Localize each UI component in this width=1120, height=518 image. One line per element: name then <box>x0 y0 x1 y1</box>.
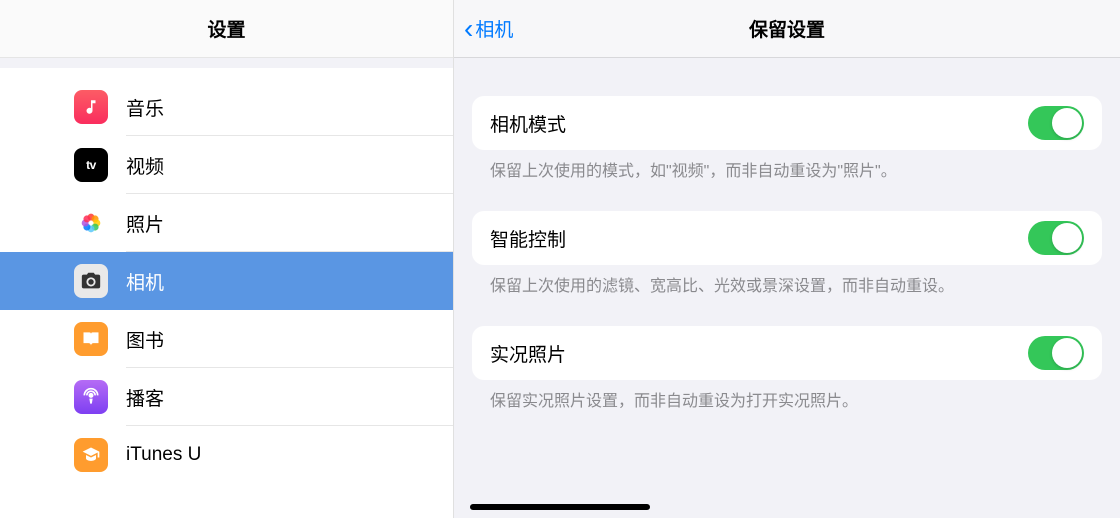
podcast-icon <box>74 380 108 414</box>
setting-desc: 保留实况照片设置，而非自动重设为打开实况照片。 <box>472 380 1102 413</box>
sidebar-title: 设置 <box>207 15 245 42</box>
photos-icon <box>74 206 108 240</box>
sidebar-item-music[interactable]: 音乐 <box>0 78 453 136</box>
sidebar-item-podcast[interactable]: 播客 <box>0 368 453 426</box>
setting-label: 实况照片 <box>490 340 566 367</box>
setting-cell-live-photo: 实况照片 <box>472 326 1102 380</box>
sidebar-item-itunesu[interactable]: iTunes U <box>0 426 453 484</box>
setting-cell-camera-mode: 相机模式 <box>472 96 1102 150</box>
toggle-camera-mode[interactable] <box>1028 106 1084 140</box>
toggle-live-photo[interactable] <box>1028 336 1084 370</box>
sidebar-item-label: 视频 <box>126 152 164 179</box>
back-label: 相机 <box>475 15 513 42</box>
settings-sidebar: 设置 音乐 tv 视频 照片 相机 <box>0 0 454 518</box>
sidebar-list: 音乐 tv 视频 照片 相机 图书 <box>0 68 453 518</box>
sidebar-item-label: 相机 <box>126 268 164 295</box>
books-icon <box>74 322 108 356</box>
setting-group-camera-mode: 相机模式 保留上次使用的模式，如"视频"，而非自动重设为"照片"。 <box>472 96 1102 183</box>
detail-header: ‹ 相机 保留设置 <box>454 0 1120 58</box>
sidebar-item-camera[interactable]: 相机 <box>0 252 453 310</box>
sidebar-item-label: 音乐 <box>126 94 164 121</box>
setting-group-live-photo: 实况照片 保留实况照片设置，而非自动重设为打开实况照片。 <box>472 326 1102 413</box>
detail-pane: ‹ 相机 保留设置 相机模式 保留上次使用的模式，如"视频"，而非自动重设为"照… <box>454 0 1120 518</box>
itunesu-icon <box>74 438 108 472</box>
detail-body: 相机模式 保留上次使用的模式，如"视频"，而非自动重设为"照片"。 智能控制 保… <box>454 58 1120 518</box>
setting-group-smart-controls: 智能控制 保留上次使用的滤镜、宽高比、光效或景深设置，而非自动重设。 <box>472 211 1102 298</box>
switch-knob <box>1052 223 1082 253</box>
music-icon <box>74 90 108 124</box>
sidebar-item-label: 播客 <box>126 384 164 411</box>
switch-knob <box>1052 108 1082 138</box>
chevron-left-icon: ‹ <box>464 15 473 43</box>
sidebar-gap <box>0 58 453 68</box>
toggle-smart-controls[interactable] <box>1028 221 1084 255</box>
video-icon: tv <box>74 148 108 182</box>
switch-knob <box>1052 338 1082 368</box>
detail-title: 保留设置 <box>749 15 825 42</box>
sidebar-header: 设置 <box>0 0 453 58</box>
setting-desc: 保留上次使用的滤镜、宽高比、光效或景深设置，而非自动重设。 <box>472 265 1102 298</box>
home-indicator <box>470 504 650 510</box>
sidebar-item-photos[interactable]: 照片 <box>0 194 453 252</box>
back-button[interactable]: ‹ 相机 <box>464 15 513 43</box>
sidebar-item-label: iTunes U <box>126 444 201 466</box>
setting-cell-smart-controls: 智能控制 <box>472 211 1102 265</box>
setting-desc: 保留上次使用的模式，如"视频"，而非自动重设为"照片"。 <box>472 150 1102 183</box>
sidebar-item-video[interactable]: tv 视频 <box>0 136 453 194</box>
sidebar-item-books[interactable]: 图书 <box>0 310 453 368</box>
sidebar-item-label: 图书 <box>126 326 164 353</box>
setting-label: 智能控制 <box>490 225 566 252</box>
sidebar-item-label: 照片 <box>126 210 164 237</box>
camera-icon <box>74 264 108 298</box>
setting-label: 相机模式 <box>490 110 566 137</box>
